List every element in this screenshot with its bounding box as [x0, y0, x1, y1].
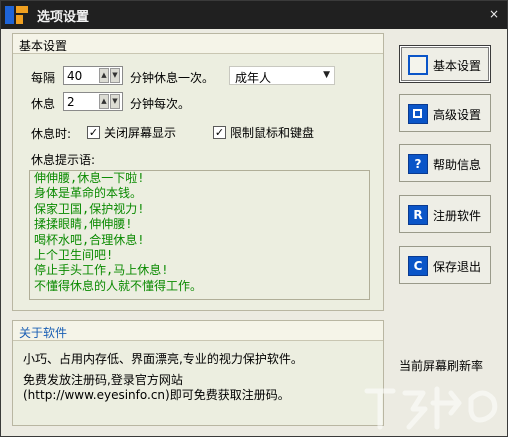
advanced-settings-button[interactable]: 高级设置	[399, 94, 491, 132]
basic-settings-header: 基本设置	[13, 34, 383, 54]
interval-label: 每隔	[31, 71, 56, 85]
save-exit-button[interactable]: C 保存退出	[399, 246, 491, 284]
tip-line: 不懂得休息的人就不懂得工作。	[34, 278, 203, 293]
interval-stepper[interactable]: 40 ▲ ▼	[63, 66, 123, 85]
during-rest-label: 休息时:	[31, 127, 72, 141]
tips-textarea[interactable]: 伸伸腰,休息一下啦! 身体是革命的本钱。 保家卫国,保护视力! 揉揉眼睛,伸伸腰…	[29, 170, 370, 300]
register-software-button-label: 注册软件	[433, 209, 482, 223]
rest-down-icon[interactable]: ▼	[110, 94, 120, 109]
rest-unit-label: 分钟每次。	[130, 97, 191, 111]
interval-up-icon[interactable]: ▲	[99, 68, 109, 83]
rest-label: 休息	[31, 97, 56, 111]
lock-input-checkbox[interactable]: ✓ 限制鼠标和键盘	[213, 124, 314, 141]
close-icon[interactable]: ×	[487, 7, 501, 21]
advanced-settings-button-label: 高级设置	[433, 108, 482, 122]
tip-line: 伸伸腰,休息一下啦!	[34, 171, 145, 185]
help-info-button-label: 帮助信息	[433, 158, 482, 172]
basic-settings-button-label: 基本设置	[433, 59, 482, 73]
tip-line: 上个卫生间吧!	[34, 248, 114, 263]
app-logo-icon	[5, 6, 28, 24]
lock-input-label: 限制鼠标和键盘	[230, 126, 315, 140]
save-exit-icon: C	[408, 256, 428, 276]
close-screen-checkbox[interactable]: ✓ 关闭屏幕显示	[87, 124, 176, 141]
register-software-button[interactable]: R 注册软件	[399, 195, 491, 233]
profile-select[interactable]: 成年人 ▼	[229, 66, 335, 85]
help-icon: ?	[408, 154, 428, 174]
square-icon	[408, 55, 428, 75]
tips-label: 休息提示语:	[31, 153, 96, 167]
register-icon: R	[408, 205, 428, 225]
tip-line: 停止手头工作,马上休息!	[34, 263, 169, 278]
title-bar[interactable]: 选项设置 ×	[1, 1, 507, 29]
interval-value[interactable]: 40	[67, 69, 82, 83]
refresh-rate-status: 当前屏幕刷新率	[399, 359, 484, 373]
help-info-button[interactable]: ? 帮助信息	[399, 144, 491, 182]
close-screen-label: 关闭屏幕显示	[104, 126, 177, 140]
rest-stepper[interactable]: 2 ▲ ▼	[63, 92, 123, 111]
watermark-logo-icon	[364, 386, 498, 430]
tip-line: 揉揉眼睛,伸伸腰!	[34, 217, 133, 232]
about-header: 关于软件	[13, 321, 383, 341]
tip-line: 身体是革命的本钱。	[34, 186, 143, 201]
about-website: (http://www.eyesinfo.cn)即可免费获取注册码。	[23, 388, 290, 402]
rest-up-icon[interactable]: ▲	[99, 94, 109, 109]
interval-unit-label: 分钟休息一次。	[130, 71, 215, 85]
close-screen-checkmark-icon[interactable]: ✓	[87, 126, 100, 139]
options-window: 选项设置 × 基本设置 每隔 40 ▲ ▼ 分钟休息一次。 成年人 ▼ 休息 2…	[0, 0, 508, 437]
rest-value[interactable]: 2	[67, 95, 75, 109]
basic-settings-button[interactable]: 基本设置	[399, 45, 491, 83]
tip-line: 保家卫国,保护视力!	[34, 201, 145, 216]
window-title: 选项设置	[37, 10, 90, 25]
about-description: 小巧、占用内存低、界面漂亮,专业的视力保护软件。	[23, 352, 303, 366]
chevron-down-icon[interactable]: ▼	[323, 70, 330, 80]
profile-selected-value: 成年人	[235, 71, 272, 85]
lock-input-checkmark-icon[interactable]: ✓	[213, 126, 226, 139]
interval-down-icon[interactable]: ▼	[110, 68, 120, 83]
advanced-square-icon	[408, 104, 428, 124]
tip-line: 喝杯水吧,合理休息!	[34, 232, 145, 247]
save-exit-button-label: 保存退出	[433, 260, 482, 274]
